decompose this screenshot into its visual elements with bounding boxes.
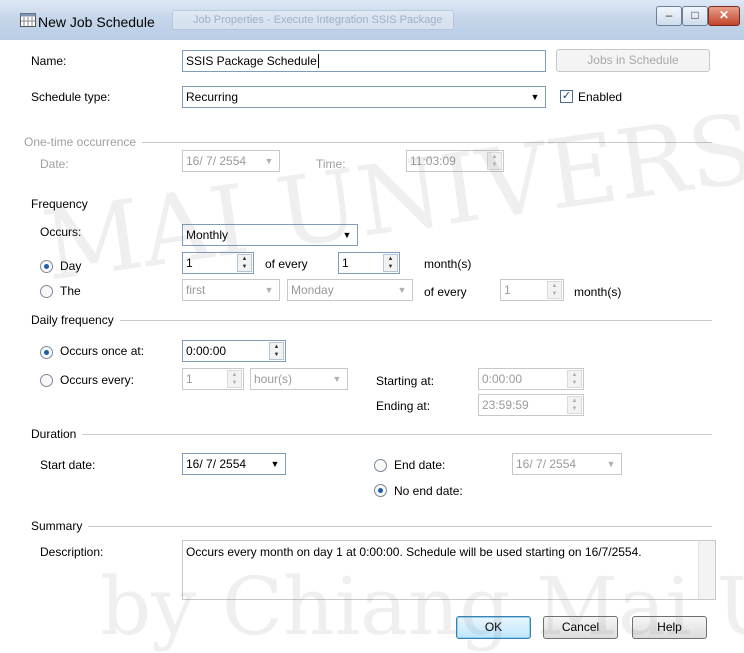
no-end-date-radio[interactable] xyxy=(374,484,387,497)
start-date-label: Start date: xyxy=(40,458,96,472)
day-number-input[interactable]: 1 ▲ ▼ xyxy=(182,252,254,274)
spinner-icon[interactable]: ▲ ▼ xyxy=(227,370,242,388)
months-label: month(s) xyxy=(424,257,472,271)
one-time-group: One-time occurrence xyxy=(24,135,712,149)
calendar-icon xyxy=(20,13,36,27)
the-months-label: month(s) xyxy=(574,285,622,299)
one-time-date-picker[interactable]: 16/ 7/ 2554 ▼ xyxy=(182,150,280,172)
no-end-date-label: No end date: xyxy=(394,484,463,498)
ending-at-input[interactable]: 23:59:59 ▲ ▼ xyxy=(478,394,584,416)
the-radio[interactable] xyxy=(40,285,53,298)
chevron-down-icon: ▼ xyxy=(342,230,352,240)
chevron-down-icon: ▼ xyxy=(264,156,274,166)
schedule-type-select[interactable]: Recurring ▼ xyxy=(182,86,546,108)
starting-at-label: Starting at: xyxy=(376,374,435,388)
spinner-icon[interactable]: ▲ ▼ xyxy=(383,254,398,272)
name-label: Name: xyxy=(31,54,67,68)
occurs-select[interactable]: Monthly ▼ xyxy=(182,224,358,246)
ending-at-label: Ending at: xyxy=(376,399,431,413)
enabled-checkbox[interactable]: ✓ xyxy=(560,90,573,103)
summary-group: Summary xyxy=(31,519,712,533)
day-radio[interactable] xyxy=(40,260,53,273)
occurs-once-label: Occurs once at: xyxy=(60,344,145,358)
interval-unit-select[interactable]: hour(s) ▼ xyxy=(250,368,348,390)
close-button[interactable]: ✕ xyxy=(708,6,740,26)
chevron-down-icon: ▼ xyxy=(606,459,616,469)
spinner-icon[interactable]: ▲ ▼ xyxy=(567,396,582,414)
weekday-select[interactable]: Monday ▼ xyxy=(287,279,413,301)
start-date-picker[interactable]: 16/ 7/ 2554 ▼ xyxy=(182,453,286,475)
chevron-down-icon: ▼ xyxy=(530,92,540,102)
spinner-icon[interactable]: ▲ ▼ xyxy=(487,152,502,170)
chevron-down-icon: ▼ xyxy=(397,285,407,295)
spinner-icon[interactable]: ▲ ▼ xyxy=(567,370,582,388)
description-textarea[interactable]: Occurs every month on day 1 at 0:00:00. … xyxy=(182,540,716,600)
end-date-picker[interactable]: 16/ 7/ 2554 ▼ xyxy=(512,453,622,475)
one-time-time-label: Time: xyxy=(316,157,346,171)
one-time-time-input[interactable]: 11:03:09 ▲ ▼ xyxy=(406,150,504,172)
jobs-in-schedule-button[interactable]: Jobs in Schedule xyxy=(556,49,710,72)
ok-button[interactable]: OK xyxy=(456,616,531,639)
daily-frequency-group: Daily frequency xyxy=(31,313,712,327)
chevron-down-icon: ▼ xyxy=(264,285,274,295)
occurs-label: Occurs: xyxy=(40,225,82,239)
occurs-every-label: Occurs every: xyxy=(60,373,135,387)
help-button[interactable]: Help xyxy=(632,616,707,639)
minimize-button[interactable]: – xyxy=(656,6,682,26)
enabled-label: Enabled xyxy=(578,90,623,104)
of-every-label: of every xyxy=(265,257,308,271)
frequency-group: Frequency xyxy=(31,197,712,211)
occurs-once-time-input[interactable]: 0:00:00 ▲ ▼ xyxy=(182,340,286,362)
cancel-button[interactable]: Cancel xyxy=(543,616,618,639)
occurs-once-radio[interactable] xyxy=(40,346,53,359)
starting-at-input[interactable]: 0:00:00 ▲ ▼ xyxy=(478,368,584,390)
chevron-down-icon: ▼ xyxy=(332,374,342,384)
vertical-scrollbar[interactable] xyxy=(698,541,715,599)
occurs-every-interval-input[interactable]: 1 ▲ ▼ xyxy=(182,368,244,390)
description-label: Description: xyxy=(40,545,104,559)
one-time-date-label: Date: xyxy=(40,157,69,171)
window-title: New Job Schedule xyxy=(38,14,155,30)
end-date-label: End date: xyxy=(394,458,446,472)
the-label: The xyxy=(60,284,81,298)
the-every-months-input[interactable]: 1 ▲ ▼ xyxy=(500,279,564,301)
occurs-every-radio[interactable] xyxy=(40,374,53,387)
spinner-icon[interactable]: ▲ ▼ xyxy=(547,281,562,299)
schedule-type-label: Schedule type: xyxy=(31,90,111,104)
the-of-every-label: of every xyxy=(424,285,467,299)
chevron-down-icon: ▼ xyxy=(270,459,280,469)
spinner-icon[interactable]: ▲ ▼ xyxy=(269,342,284,360)
name-input[interactable]: SSIS Package Schedule xyxy=(182,50,546,72)
end-date-radio[interactable] xyxy=(374,459,387,472)
ordinal-select[interactable]: first ▼ xyxy=(182,279,280,301)
title-bar[interactable]: New Job Schedule Job Properties - Execut… xyxy=(0,0,744,40)
background-window-tab: Job Properties - Execute Integration SSI… xyxy=(172,10,454,30)
spinner-icon[interactable]: ▲ ▼ xyxy=(237,254,252,272)
every-months-input[interactable]: 1 ▲ ▼ xyxy=(338,252,400,274)
maximize-button[interactable]: □ xyxy=(682,6,708,26)
day-label: Day xyxy=(60,259,82,273)
duration-group: Duration xyxy=(31,427,712,441)
